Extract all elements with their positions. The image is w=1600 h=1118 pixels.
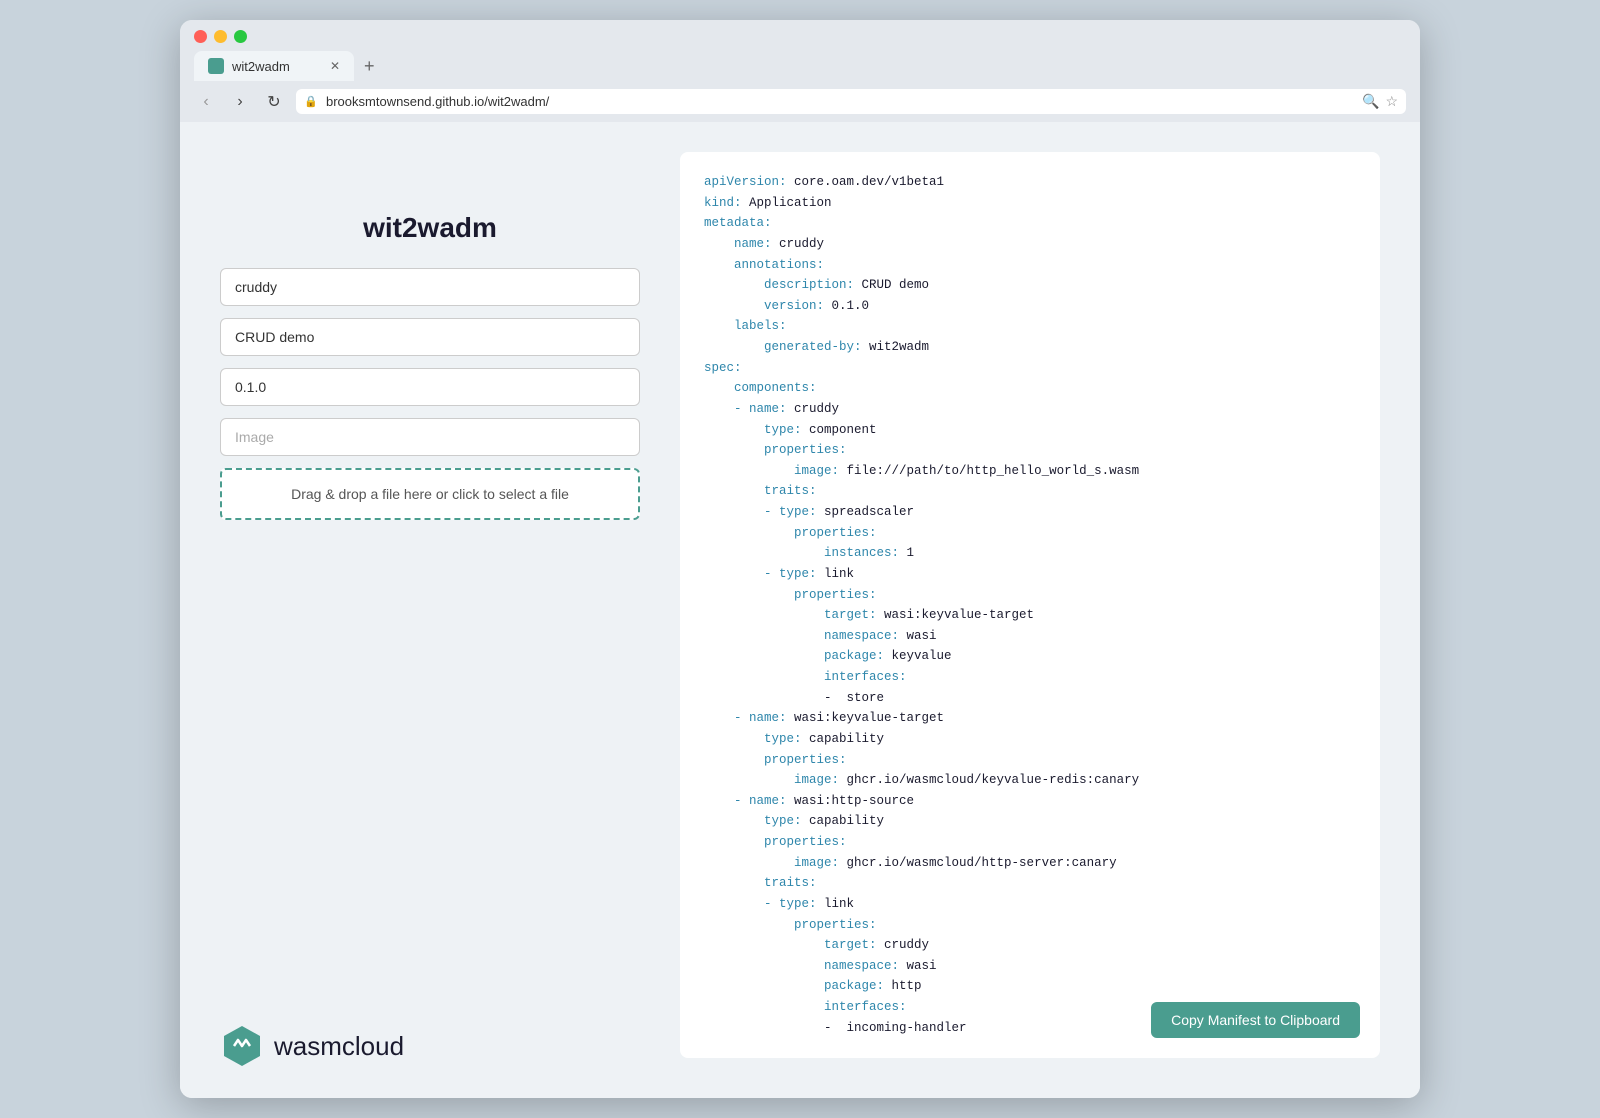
logo-text-wasm: wasm [274, 1031, 342, 1061]
traffic-light-fullscreen[interactable] [234, 30, 247, 43]
browser-titlebar: wit2wadm ✕ + [180, 20, 1420, 81]
image-input[interactable] [220, 418, 640, 456]
forward-button[interactable]: › [228, 90, 252, 114]
browser-toolbar: ‹ › ↻ 🔒 🔍 ☆ [180, 81, 1420, 122]
back-button[interactable]: ‹ [194, 90, 218, 114]
manifest-panel: apiVersion: core.oam.dev/v1beta1 kind: A… [680, 152, 1380, 1058]
name-input[interactable] [220, 268, 640, 306]
traffic-light-minimize[interactable] [214, 30, 227, 43]
left-panel: wit2wadm Drag & drop a file here or clic… [220, 152, 640, 1058]
browser-content: wit2wadm Drag & drop a file here or clic… [180, 122, 1420, 1098]
wasmcloud-logo-icon [220, 1024, 264, 1068]
logo-text: wasmcloud [274, 1031, 404, 1062]
address-right-icons: 🔍 ☆ [1362, 93, 1398, 110]
lock-icon: 🔒 [304, 95, 318, 108]
tab-favicon [208, 58, 224, 74]
file-drop-zone[interactable]: Drag & drop a file here or click to sele… [220, 468, 640, 520]
traffic-light-close[interactable] [194, 30, 207, 43]
logo-section: wasmcloud [220, 1024, 404, 1068]
copy-button-container: Copy Manifest to Clipboard [1151, 1002, 1360, 1038]
refresh-button[interactable]: ↻ [262, 90, 286, 114]
traffic-lights [194, 30, 1406, 43]
address-bar-container: 🔒 🔍 ☆ [296, 89, 1406, 114]
browser-tabs: wit2wadm ✕ + [194, 51, 1406, 81]
version-input[interactable] [220, 368, 640, 406]
tab-title: wit2wadm [232, 59, 290, 74]
tab-close-button[interactable]: ✕ [330, 59, 340, 73]
copy-manifest-button[interactable]: Copy Manifest to Clipboard [1151, 1002, 1360, 1038]
form-section: Drag & drop a file here or click to sele… [220, 268, 640, 520]
browser-tab-active[interactable]: wit2wadm ✕ [194, 51, 354, 81]
search-icon[interactable]: 🔍 [1362, 93, 1379, 110]
app-title: wit2wadm [220, 212, 640, 244]
new-tab-button[interactable]: + [356, 52, 383, 81]
logo-text-cloud: cloud [342, 1031, 404, 1061]
address-bar-input[interactable] [296, 89, 1406, 114]
browser-window: wit2wadm ✕ + ‹ › ↻ 🔒 🔍 ☆ wit2wadm [180, 20, 1420, 1098]
description-input[interactable] [220, 318, 640, 356]
manifest-content: apiVersion: core.oam.dev/v1beta1 kind: A… [704, 172, 1356, 1038]
bookmark-icon[interactable]: ☆ [1385, 93, 1398, 110]
